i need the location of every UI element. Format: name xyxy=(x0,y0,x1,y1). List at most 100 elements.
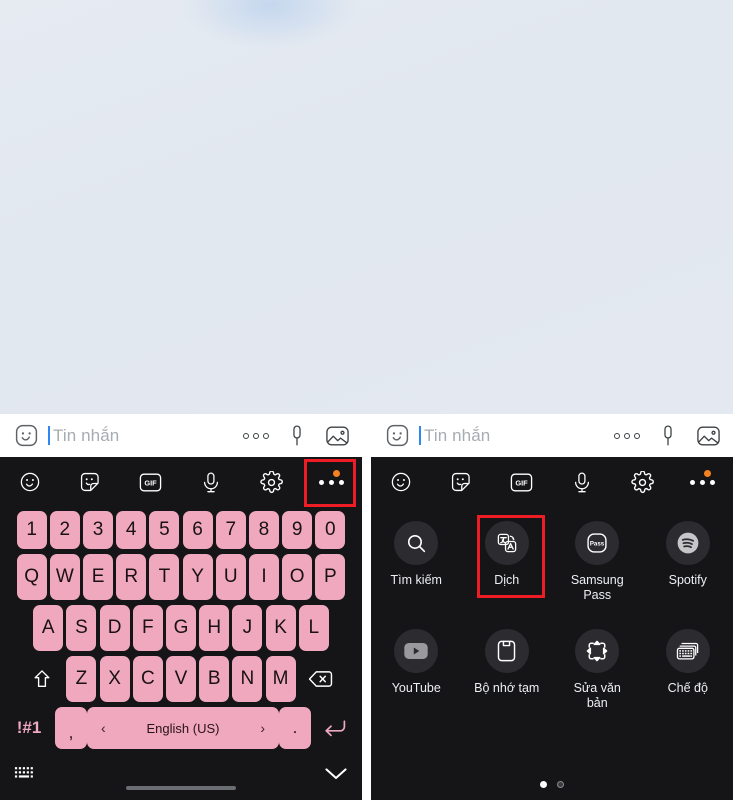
key-g[interactable]: G xyxy=(166,605,196,651)
toolbar-more-button[interactable] xyxy=(673,457,733,507)
message-input-bar-right: Tin nhắn xyxy=(371,414,733,457)
message-input-placeholder[interactable]: Tin nhắn xyxy=(53,427,226,444)
prev-language-arrow[interactable]: ‹ xyxy=(101,707,106,749)
key-s[interactable]: S xyxy=(66,605,97,651)
page-dot-inactive[interactable] xyxy=(557,781,564,788)
key-1[interactable]: 1 xyxy=(16,511,47,549)
app-item-label: Samsung Pass xyxy=(571,573,624,603)
symbols-key[interactable]: !#1 xyxy=(3,708,55,748)
keyboard-icon[interactable] xyxy=(14,766,36,787)
backspace-icon[interactable] xyxy=(297,656,343,702)
microphone-icon[interactable] xyxy=(657,424,679,448)
toolbar-gif-button[interactable]: GIF xyxy=(121,457,181,507)
app-item-search[interactable]: Tìm kiếm xyxy=(371,521,462,603)
right-phone-panel: Tin nhắn GIF Tìm kiếm Dịch Pass Samsung … xyxy=(371,414,733,800)
toolbar-emoji-button[interactable] xyxy=(0,457,60,507)
keyboard-row-3: Z X C V B N M xyxy=(0,656,362,702)
keyboard-row-numbers: 1 2 3 4 5 6 7 8 9 0 xyxy=(0,511,362,549)
app-item-clipboard[interactable]: Bộ nhớ tạm xyxy=(462,629,553,711)
app-item-translate[interactable]: Dịch xyxy=(462,521,553,603)
app-item-text-edit[interactable]: Sửa văn bản xyxy=(552,629,643,711)
key-w[interactable]: W xyxy=(49,554,80,600)
app-item-label: Tìm kiếm xyxy=(390,573,442,587)
key-p[interactable]: P xyxy=(315,554,346,600)
key-i[interactable]: I xyxy=(248,554,279,600)
key-8[interactable]: 8 xyxy=(248,511,279,549)
key-h[interactable]: H xyxy=(199,605,230,651)
key-period[interactable]: . xyxy=(279,707,311,749)
app-item-keyboard-mode[interactable]: Chế độ xyxy=(643,629,733,711)
toolbar-gif-button[interactable]: GIF xyxy=(492,457,552,507)
qwerty-keyboard: 1 2 3 4 5 6 7 8 9 0 Q W E R T Y U I O P … xyxy=(0,507,362,800)
key-9[interactable]: 9 xyxy=(282,511,313,549)
app-item-label: Chế độ xyxy=(667,681,708,695)
key-0[interactable]: 0 xyxy=(315,511,346,549)
smiley-face-icon[interactable] xyxy=(14,423,39,448)
toolbar-settings-button[interactable] xyxy=(241,457,301,507)
key-v[interactable]: V xyxy=(166,656,196,702)
key-2[interactable]: 2 xyxy=(49,511,80,549)
key-q[interactable]: Q xyxy=(16,554,47,600)
keyboard-row-2: A S D F G H J K L xyxy=(0,605,362,651)
key-y[interactable]: Y xyxy=(182,554,213,600)
key-n[interactable]: N xyxy=(232,656,263,702)
samsung-pass-icon-circle: Pass xyxy=(575,521,620,565)
key-d[interactable]: D xyxy=(99,605,130,651)
next-language-arrow[interactable]: › xyxy=(260,707,265,749)
app-item-label: YouTube xyxy=(391,681,441,695)
toolbar-more-button[interactable] xyxy=(302,457,362,507)
chevron-down-icon[interactable] xyxy=(324,766,348,786)
message-input-placeholder[interactable]: Tin nhắn xyxy=(424,427,597,444)
shift-arrow-icon[interactable] xyxy=(19,656,65,702)
app-item-youtube[interactable]: YouTube xyxy=(371,629,462,711)
more-options-icon[interactable] xyxy=(243,432,269,439)
app-background xyxy=(0,0,733,414)
app-item-label: Sửa văn bản xyxy=(574,681,621,711)
text-caret xyxy=(419,426,421,445)
key-e[interactable]: E xyxy=(83,554,114,600)
toolbar-emoji-button[interactable] xyxy=(371,457,431,507)
key-l[interactable]: L xyxy=(298,605,329,651)
app-item-spotify[interactable]: Spotify xyxy=(643,521,733,603)
key-z[interactable]: Z xyxy=(66,656,97,702)
toolbar-sticker-button[interactable] xyxy=(431,457,491,507)
notification-badge-dot xyxy=(703,470,711,477)
image-icon[interactable] xyxy=(325,424,350,448)
toolbar-voice-input-button[interactable] xyxy=(181,457,241,507)
keyboard-toolbar-right: GIF xyxy=(371,457,733,507)
key-b[interactable]: B xyxy=(199,656,230,702)
space-bar[interactable]: ‹ English (US) › xyxy=(87,707,279,749)
key-t[interactable]: T xyxy=(149,554,180,600)
key-c[interactable]: C xyxy=(132,656,163,702)
app-item-samsung-pass[interactable]: Pass Samsung Pass xyxy=(552,521,643,603)
keyboard-toolbar: GIF xyxy=(0,457,362,507)
key-r[interactable]: R xyxy=(116,554,147,600)
key-4[interactable]: 4 xyxy=(116,511,147,549)
text-caret xyxy=(48,426,50,445)
page-dot-active[interactable] xyxy=(540,781,547,788)
key-m[interactable]: M xyxy=(265,656,296,702)
microphone-icon[interactable] xyxy=(286,424,308,448)
key-comma[interactable]: , xyxy=(55,707,87,749)
more-dots-icon xyxy=(319,479,345,485)
more-options-icon[interactable] xyxy=(614,432,640,439)
smiley-face-icon[interactable] xyxy=(385,423,410,448)
key-j[interactable]: J xyxy=(232,605,263,651)
key-a[interactable]: A xyxy=(33,605,64,651)
key-6[interactable]: 6 xyxy=(182,511,213,549)
image-icon[interactable] xyxy=(696,424,721,448)
toolbar-voice-input-button[interactable] xyxy=(552,457,612,507)
key-k[interactable]: K xyxy=(265,605,296,651)
key-5[interactable]: 5 xyxy=(149,511,180,549)
key-u[interactable]: U xyxy=(215,554,246,600)
key-f[interactable]: F xyxy=(132,605,163,651)
key-x[interactable]: X xyxy=(99,656,130,702)
toolbar-sticker-button[interactable] xyxy=(60,457,120,507)
toolbar-settings-button[interactable] xyxy=(612,457,672,507)
panel-divider xyxy=(362,414,371,800)
keyboard-row-1: Q W E R T Y U I O P xyxy=(0,554,362,600)
key-o[interactable]: O xyxy=(282,554,313,600)
enter-return-icon[interactable] xyxy=(311,707,359,749)
key-7[interactable]: 7 xyxy=(215,511,246,549)
key-3[interactable]: 3 xyxy=(83,511,114,549)
